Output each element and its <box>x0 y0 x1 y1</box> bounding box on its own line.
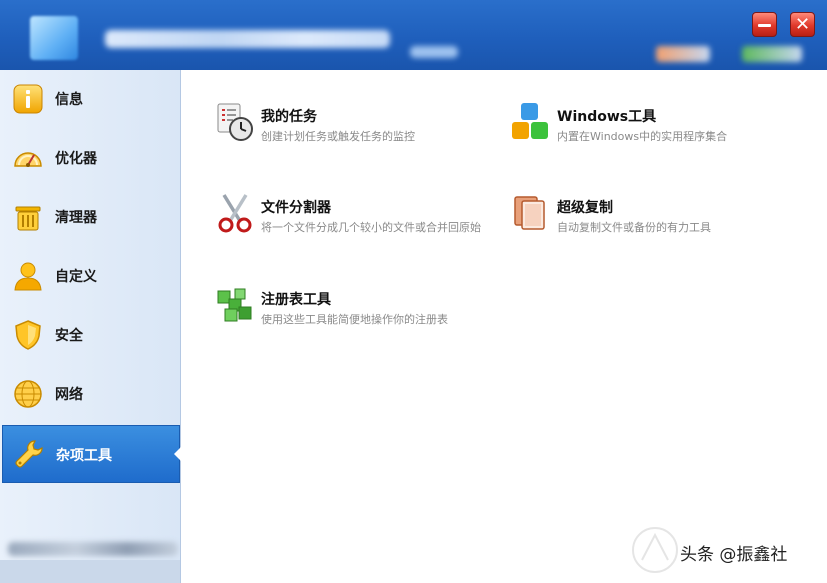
sidebar-item-label: 信息 <box>55 92 83 108</box>
blurred-title <box>105 30 390 48</box>
tool-description: 创建计划任务或触发任务的监控 <box>261 130 415 143</box>
close-button[interactable]: ✕ <box>790 12 815 37</box>
sidebar-item-label: 优化器 <box>55 151 97 167</box>
tool-registry-tools[interactable]: 注册表工具 使用这些工具能简便地操作你的注册表 <box>215 285 515 335</box>
info-icon <box>13 84 43 114</box>
sidebar-item-label: 自定义 <box>55 269 97 285</box>
watermark-logo <box>632 527 678 573</box>
globe-icon <box>14 380 42 408</box>
app-logo <box>30 16 78 60</box>
sidebar-item-security[interactable]: 安全 <box>2 306 180 364</box>
app-window: ✕ 信息 优化器 清理器 自定义 安全 网络 杂项工具 我的任务 创建计划任务或… <box>0 0 827 583</box>
copy-icon <box>514 196 545 230</box>
wrench-icon <box>15 440 43 468</box>
tool-windows-tools[interactable]: Windows工具 内置在Windows中的实用程序集合 <box>511 102 811 152</box>
task-clock-icon <box>217 103 253 141</box>
sidebar-item-label: 清理器 <box>55 210 97 226</box>
title-bar[interactable]: ✕ <box>0 0 827 70</box>
tool-name: 注册表工具 <box>261 292 331 308</box>
tool-description: 内置在Windows中的实用程序集合 <box>557 130 728 143</box>
tool-description: 使用这些工具能简便地操作你的注册表 <box>261 313 448 326</box>
sidebar-footer <box>0 560 180 583</box>
watermark-text: 头条 @振鑫社 <box>680 545 788 565</box>
tool-description: 自动复制文件或备份的有力工具 <box>557 221 711 234</box>
trash-icon <box>15 206 41 231</box>
user-icon <box>14 262 42 291</box>
tool-name: 文件分割器 <box>261 200 331 216</box>
blurred-toolbar-item[interactable] <box>742 46 802 62</box>
tool-description: 将一个文件分成几个较小的文件或合并回原始 <box>261 221 481 234</box>
tool-name: 我的任务 <box>261 109 317 125</box>
sidebar-item-cleaner[interactable]: 清理器 <box>2 188 180 246</box>
tool-name: Windows工具 <box>557 109 657 125</box>
blurred-version <box>410 46 458 58</box>
sidebar-item-label: 安全 <box>55 328 83 344</box>
windows-logo-icon <box>512 103 548 139</box>
sidebar: 信息 优化器 清理器 自定义 安全 网络 杂项工具 <box>0 70 181 583</box>
sidebar-item-optimizer[interactable]: 优化器 <box>2 129 180 187</box>
close-icon: ✕ <box>794 14 811 35</box>
sidebar-item-info[interactable]: 信息 <box>2 70 180 128</box>
sidebar-item-misc-tools[interactable]: 杂项工具 <box>2 425 181 483</box>
scissors-icon <box>218 194 252 233</box>
tools-panel: 我的任务 创建计划任务或触发任务的监控 Windows工具 内置在Windows… <box>181 70 827 583</box>
sidebar-item-label: 网络 <box>55 387 83 403</box>
blurred-footer-text <box>8 542 178 556</box>
tool-file-splitter[interactable]: 文件分割器 将一个文件分成几个较小的文件或合并回原始 <box>215 193 515 243</box>
gauge-icon <box>14 152 42 167</box>
active-indicator <box>174 447 181 461</box>
sidebar-item-network[interactable]: 网络 <box>2 365 180 423</box>
registry-cubes-icon <box>217 288 252 322</box>
sidebar-item-customize[interactable]: 自定义 <box>2 247 180 305</box>
tool-super-copy[interactable]: 超级复制 自动复制文件或备份的有力工具 <box>511 193 811 243</box>
shield-icon <box>15 320 41 350</box>
tool-my-tasks[interactable]: 我的任务 创建计划任务或触发任务的监控 <box>215 102 515 152</box>
blurred-toolbar-item[interactable] <box>656 46 710 62</box>
minimize-button[interactable] <box>752 12 777 37</box>
tool-name: 超级复制 <box>557 200 613 216</box>
sidebar-item-label: 杂项工具 <box>56 448 112 464</box>
minimize-icon <box>758 24 771 27</box>
